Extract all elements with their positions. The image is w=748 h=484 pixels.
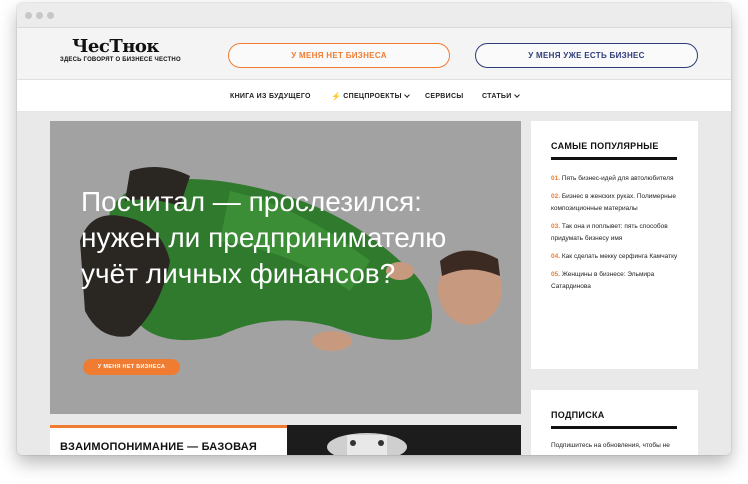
popular-divider <box>551 157 677 160</box>
nav-item-specprojects[interactable]: ⚡ СПЕЦПРОЕКТЫ <box>331 80 410 112</box>
nav-item-label: СЕРВИСЫ <box>425 92 464 100</box>
subscribe-divider <box>551 426 677 429</box>
nav-item-label: СПЕЦПРОЕКТЫ <box>343 92 402 100</box>
site-logo[interactable]: ЧесТнок <box>72 36 159 57</box>
lightning-icon: ⚡ <box>331 91 342 101</box>
hero-title[interactable]: Посчитал — прослезился: нужен ли предпри… <box>81 184 501 292</box>
nav-item-label: СТАТЬИ <box>482 92 512 100</box>
main-nav: КНИГА ИЗ БУДУЩЕГО ⚡ СПЕЦПРОЕКТЫ СЕРВИСЫ … <box>17 80 731 112</box>
window-titlebar <box>17 3 731 28</box>
article-card-image[interactable] <box>287 425 521 455</box>
have-business-button[interactable]: У МЕНЯ УЖЕ ЕСТЬ БИЗНЕС <box>475 43 698 68</box>
site-tagline: ЗДЕСЬ ГОВОРЯТ О БИЗНЕСЕ ЧЕСТНО <box>60 57 181 63</box>
popular-item[interactable]: 01. Пять бизнес-идей для автолюбителя <box>551 173 686 185</box>
zoom-window-dot[interactable] <box>47 12 54 19</box>
browser-window: ЧесТнок ЗДЕСЬ ГОВОРЯТ О БИЗНЕСЕ ЧЕСТНО У… <box>17 3 731 455</box>
subscribe-title: ПОДПИСКА <box>551 410 605 420</box>
nav-item-book[interactable]: КНИГА ИЗ БУДУЩЕГО <box>230 80 311 112</box>
site-header: ЧесТнок ЗДЕСЬ ГОВОРЯТ О БИЗНЕСЕ ЧЕСТНО У… <box>17 28 731 80</box>
popular-list: 01. Пять бизнес-идей для автолюбителя 02… <box>551 173 686 299</box>
chevron-down-icon <box>513 91 520 98</box>
nav-item-services[interactable]: СЕРВИСЫ <box>425 80 464 112</box>
nav-item-articles[interactable]: СТАТЬИ <box>482 80 520 112</box>
no-business-button[interactable]: У МЕНЯ НЕТ БИЗНЕСА <box>228 43 450 68</box>
hero-tag-button[interactable]: У МЕНЯ НЕТ БИЗНЕСА <box>83 359 180 375</box>
popular-item[interactable]: 04. Как сделать мекку серфинга Камчатку <box>551 251 686 263</box>
chevron-down-icon <box>403 91 410 98</box>
popular-item[interactable]: 05. Женщины в бизнесе: Эльмира Сатардино… <box>551 269 686 293</box>
popular-widget: САМЫЕ ПОПУЛЯРНЫЕ 01. Пять бизнес-идей дл… <box>531 121 698 369</box>
article-card[interactable]: ВЗАИМОПОНИМАНИЕ — БАЗОВАЯ <box>50 425 287 455</box>
subscribe-text: Подпишитесь на обновления, чтобы не проп… <box>551 442 670 455</box>
hero-article[interactable]: Посчитал — прослезился: нужен ли предпри… <box>50 121 521 414</box>
article-image-graphic <box>327 433 407 455</box>
nav-item-label: КНИГА ИЗ БУДУЩЕГО <box>230 92 311 100</box>
popular-title: САМЫЕ ПОПУЛЯРНЫЕ <box>551 141 659 151</box>
popular-item[interactable]: 02. Бизнес в женских руках. Полимерные к… <box>551 191 686 215</box>
article-card-title: ВЗАИМОПОНИМАНИЕ — БАЗОВАЯ <box>60 441 257 453</box>
close-window-dot[interactable] <box>25 12 32 19</box>
minimize-window-dot[interactable] <box>36 12 43 19</box>
subscribe-widget: ПОДПИСКА Подпишитесь на обновления, чтоб… <box>531 390 698 455</box>
popular-item[interactable]: 03. Так она и поплывет: пять способов пр… <box>551 221 686 245</box>
